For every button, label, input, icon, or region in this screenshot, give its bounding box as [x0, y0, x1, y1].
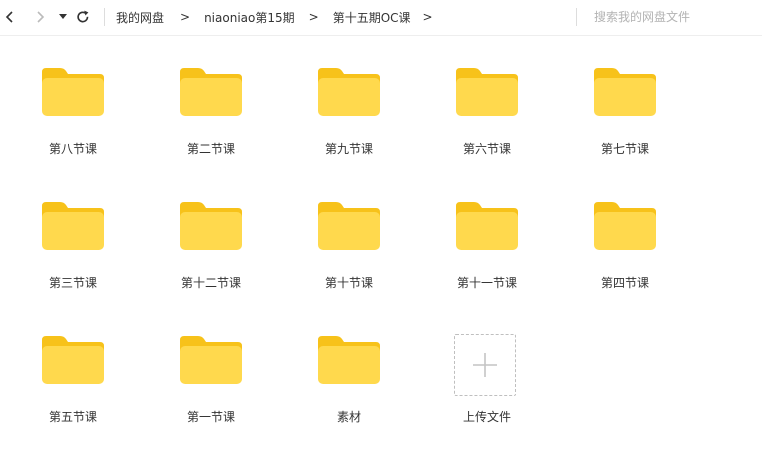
folder-name: 素材 [336, 410, 361, 424]
search-input[interactable] [594, 10, 744, 24]
file-grid: 第八节课 第二节课 第九节课 第六节课 第七节课 第三节课 第十二节课 第十节课… [0, 36, 762, 466]
toolbar-divider [104, 8, 105, 26]
folder-name: 第六节课 [462, 142, 511, 156]
caret-down-icon [59, 14, 67, 19]
folder-name: 第十二节课 [180, 276, 241, 290]
folder-tile[interactable]: 第一节课 [148, 304, 268, 424]
folder-icon [42, 68, 104, 116]
breadcrumb-item-root[interactable]: 我的网盘 [116, 9, 164, 26]
folder-tile[interactable]: 第四节课 [562, 170, 682, 290]
folder-name: 第十节课 [324, 276, 373, 290]
folder-icon [42, 202, 104, 250]
refresh-button[interactable] [75, 7, 91, 27]
breadcrumb: 我的网盘 > niaoniao第15期 > 第十五期OC课 > [116, 0, 433, 34]
plus-icon [473, 353, 497, 377]
folder-tile[interactable]: 第二节课 [148, 36, 268, 156]
folder-name: 第五节课 [48, 410, 97, 424]
forward-button[interactable] [32, 7, 48, 27]
folder-icon [318, 68, 380, 116]
folder-tile[interactable]: 第六节课 [424, 36, 544, 156]
upload-tile[interactable]: 上传文件 [424, 304, 544, 424]
history-dropdown-button[interactable] [55, 7, 71, 27]
folder-icon [42, 336, 104, 384]
folder-tile[interactable]: 素材 [286, 304, 406, 424]
folder-name: 第三节课 [48, 276, 97, 290]
folder-tile[interactable]: 第十一节课 [424, 170, 544, 290]
chevron-right-icon [37, 11, 45, 23]
folder-tile[interactable]: 第八节课 [10, 36, 130, 156]
toolbar: 我的网盘 > niaoniao第15期 > 第十五期OC课 > [0, 0, 762, 36]
folder-icon [318, 202, 380, 250]
folder-name: 第一节课 [186, 410, 235, 424]
folder-name: 第八节课 [48, 142, 97, 156]
folder-name: 第九节课 [324, 142, 373, 156]
chevron-left-icon [5, 11, 13, 23]
toolbar-divider [576, 8, 577, 26]
folder-name: 第二节课 [186, 142, 235, 156]
folder-icon [594, 202, 656, 250]
breadcrumb-item-term[interactable]: niaoniao第15期 [204, 9, 295, 26]
folder-icon [456, 68, 518, 116]
folder-icon [180, 336, 242, 384]
folder-name: 第四节课 [600, 276, 649, 290]
folder-icon [594, 68, 656, 116]
breadcrumb-separator: > [308, 10, 319, 24]
folder-name: 第七节课 [600, 142, 649, 156]
folder-tile[interactable]: 第五节课 [10, 304, 130, 424]
back-button[interactable] [2, 7, 18, 27]
folder-tile[interactable]: 第十二节课 [148, 170, 268, 290]
breadcrumb-item-current[interactable]: 第十五期OC课 [333, 9, 411, 26]
folder-tile[interactable]: 第三节课 [10, 170, 130, 290]
breadcrumb-separator: > [422, 10, 433, 24]
refresh-icon [77, 10, 89, 23]
upload-label: 上传文件 [462, 410, 511, 424]
upload-button[interactable] [454, 334, 516, 396]
search-box [594, 0, 754, 34]
folder-icon [318, 336, 380, 384]
folder-icon [456, 202, 518, 250]
breadcrumb-separator: > [180, 10, 191, 24]
folder-tile[interactable]: 第七节课 [562, 36, 682, 156]
folder-icon [180, 68, 242, 116]
folder-tile[interactable]: 第九节课 [286, 36, 406, 156]
folder-icon [180, 202, 242, 250]
folder-tile[interactable]: 第十节课 [286, 170, 406, 290]
folder-name: 第十一节课 [456, 276, 517, 290]
